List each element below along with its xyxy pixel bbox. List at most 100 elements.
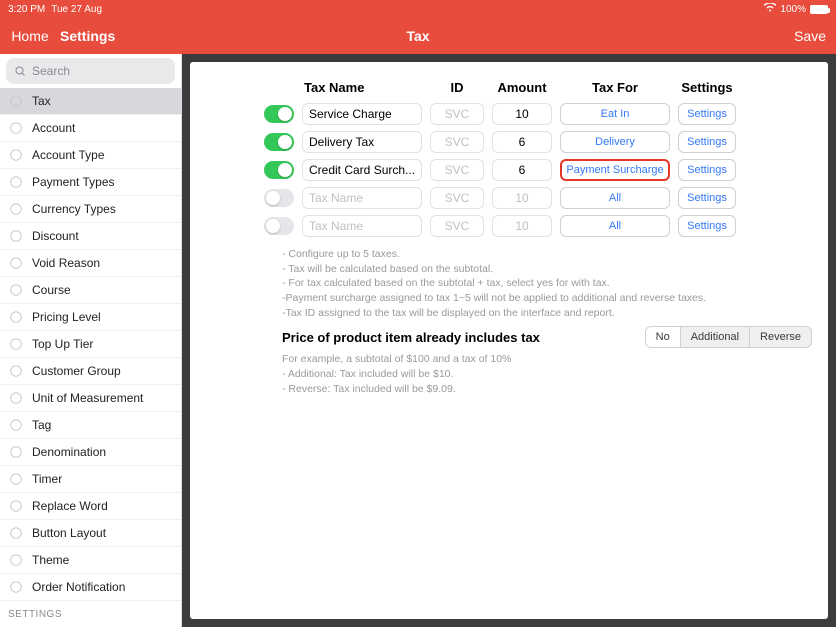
sidebar-item-tag[interactable]: Tag — [0, 412, 181, 439]
sidebar-icon — [8, 498, 24, 514]
tax-amount-input[interactable]: 10 — [492, 103, 552, 125]
sidebar-item-currency-types[interactable]: Currency Types — [0, 196, 181, 223]
sidebar-item-label: Discount — [32, 229, 79, 243]
tax-toggle[interactable] — [264, 217, 294, 235]
home-button[interactable]: Home — [0, 28, 60, 44]
sidebar-item-label: Timer — [32, 472, 62, 486]
sidebar-item-timer[interactable]: Timer — [0, 466, 181, 493]
tax-id-input[interactable]: SVC — [430, 215, 484, 237]
sidebar-icon — [8, 417, 24, 433]
notes-text: - Configure up to 5 taxes.- Tax will be … — [282, 247, 812, 320]
tax-for-button[interactable]: Delivery — [560, 131, 670, 153]
tax-id-input[interactable]: SVC — [430, 187, 484, 209]
sidebar-item-theme[interactable]: Theme — [0, 547, 181, 574]
sidebar-item-label: Account Type — [32, 148, 105, 162]
sidebar-icon — [8, 309, 24, 325]
sidebar: Search Tax Account Account Type Payment Typ… — [0, 54, 182, 627]
table-header: Tax Name ID Amount Tax For Settings — [264, 76, 812, 103]
sidebar-item-account[interactable]: Account — [0, 115, 181, 142]
sidebar-icon — [8, 471, 24, 487]
tax-toggle[interactable] — [264, 161, 294, 179]
sidebar-list[interactable]: Tax Account Account Type Payment Types Curre… — [0, 88, 181, 627]
seg-option-reverse[interactable]: Reverse — [749, 327, 811, 347]
status-date: Tue 27 Aug — [51, 4, 102, 15]
main-panel: Tax Name ID Amount Tax For Settings Serv… — [190, 62, 828, 619]
tax-name-input[interactable]: Delivery Tax — [302, 131, 422, 153]
seg-option-no[interactable]: No — [646, 327, 680, 347]
sidebar-icon — [8, 228, 24, 244]
tax-name-input[interactable]: Tax Name — [302, 187, 422, 209]
sidebar-icon — [8, 363, 24, 379]
sidebar-icon — [8, 552, 24, 568]
wifi-icon — [764, 3, 776, 15]
sidebar-icon — [8, 93, 24, 109]
col-id: ID — [430, 80, 484, 95]
tax-settings-button[interactable]: Settings — [678, 103, 736, 125]
tax-name-input[interactable]: Service Charge — [302, 103, 422, 125]
sidebar-item-pricing-level[interactable]: Pricing Level — [0, 304, 181, 331]
tax-settings-button[interactable]: Settings — [678, 215, 736, 237]
sidebar-item-payment-types[interactable]: Payment Types — [0, 169, 181, 196]
tax-row: Tax Name SVC 10 All Settings — [264, 187, 812, 209]
sidebar-item-label: Account — [32, 121, 75, 135]
battery-icon — [810, 5, 828, 14]
tax-id-input[interactable]: SVC — [430, 103, 484, 125]
sidebar-item-label: Theme — [32, 553, 69, 567]
tax-settings-button[interactable]: Settings — [678, 187, 736, 209]
tax-for-button[interactable]: Eat In — [560, 103, 670, 125]
sidebar-icon — [8, 255, 24, 271]
tax-toggle[interactable] — [264, 133, 294, 151]
tax-amount-input[interactable]: 10 — [492, 215, 552, 237]
sidebar-item-account-type[interactable]: Account Type — [0, 142, 181, 169]
tax-toggle[interactable] — [264, 189, 294, 207]
search-icon — [14, 65, 26, 77]
tax-id-input[interactable]: SVC — [430, 131, 484, 153]
tax-for-button[interactable]: Payment Surcharge — [560, 159, 670, 181]
tax-toggle[interactable] — [264, 105, 294, 123]
save-button[interactable]: Save — [794, 28, 826, 44]
sidebar-item-order-notification[interactable]: Order Notification — [0, 574, 181, 601]
tax-for-button[interactable]: All — [560, 187, 670, 209]
sidebar-item-denomination[interactable]: Denomination — [0, 439, 181, 466]
settings-header: Settings — [60, 28, 115, 44]
tax-for-button[interactable]: All — [560, 215, 670, 237]
sidebar-item-label: Unit of Measurement — [32, 391, 143, 405]
sidebar-item-void-reason[interactable]: Void Reason — [0, 250, 181, 277]
sidebar-icon — [8, 147, 24, 163]
sidebar-icon — [8, 444, 24, 460]
sidebar-item-label: Replace Word — [32, 499, 108, 513]
search-input[interactable]: Search — [6, 58, 175, 84]
tax-settings-button[interactable]: Settings — [678, 131, 736, 153]
sidebar-item-top-up-tier[interactable]: Top Up Tier — [0, 331, 181, 358]
sidebar-item-label: Payment Types — [32, 175, 115, 189]
tax-amount-input[interactable]: 6 — [492, 131, 552, 153]
sidebar-item-label: Tax — [32, 94, 51, 108]
sidebar-item-button-layout[interactable]: Button Layout — [0, 520, 181, 547]
sidebar-icon — [8, 336, 24, 352]
col-amount: Amount — [492, 80, 552, 95]
header-bar: Home Settings Tax Save — [0, 18, 836, 54]
sidebar-item-label: Void Reason — [32, 256, 100, 270]
sidebar-item-unit-of-measurement[interactable]: Unit of Measurement — [0, 385, 181, 412]
sidebar-icon — [8, 579, 24, 595]
tax-amount-input[interactable]: 6 — [492, 159, 552, 181]
sidebar-item-replace-word[interactable]: Replace Word — [0, 493, 181, 520]
sidebar-icon — [8, 390, 24, 406]
tax-amount-input[interactable]: 10 — [492, 187, 552, 209]
sidebar-item-customer-group[interactable]: Customer Group — [0, 358, 181, 385]
tax-name-input[interactable]: Credit Card Surch... — [302, 159, 422, 181]
tax-name-input[interactable]: Tax Name — [302, 215, 422, 237]
sidebar-item-label: Order Notification — [32, 580, 125, 594]
sidebar-item-label: Tag — [32, 418, 51, 432]
sidebar-icon — [8, 282, 24, 298]
tax-id-input[interactable]: SVC — [430, 159, 484, 181]
tax-settings-button[interactable]: Settings — [678, 159, 736, 181]
sidebar-item-discount[interactable]: Discount — [0, 223, 181, 250]
seg-option-additional[interactable]: Additional — [680, 327, 749, 347]
includes-tax-segmented[interactable]: NoAdditionalReverse — [645, 326, 812, 348]
sidebar-item-tax[interactable]: Tax — [0, 88, 181, 115]
sidebar-item-course[interactable]: Course — [0, 277, 181, 304]
sidebar-item-label: Button Layout — [32, 526, 106, 540]
status-time: 3:20 PM — [8, 4, 45, 15]
sidebar-icon — [8, 174, 24, 190]
